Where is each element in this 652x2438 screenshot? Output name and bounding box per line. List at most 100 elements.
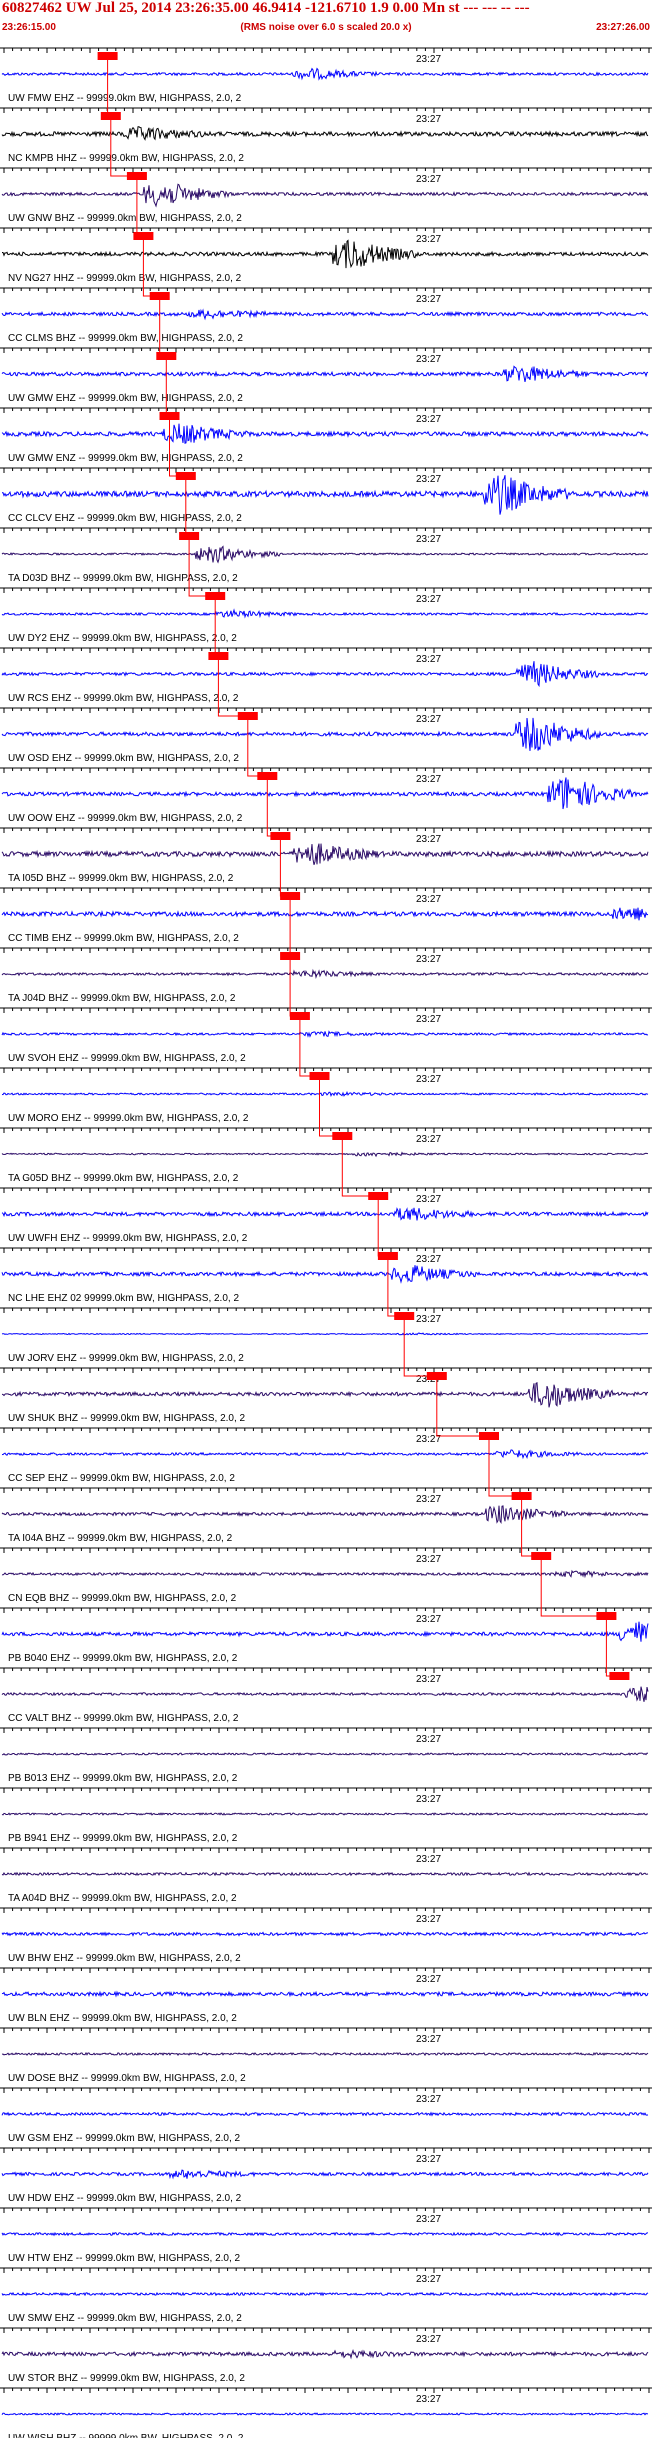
- waveform: [1, 1030, 649, 1038]
- trace-row: 23:27 UW GMW ENZ -- 99999.0km BW, HIGHPAS…: [0, 407, 652, 464]
- station-label: UW SVOH EHZ -- 99999.0km BW, HIGHPASS, 2…: [8, 1053, 246, 1064]
- waveform: [1, 67, 649, 81]
- time-mark-label: 23:27: [416, 1794, 441, 1805]
- waveform: [1, 183, 649, 208]
- waveform: [2, 239, 649, 269]
- time-mark-label: 23:27: [416, 894, 441, 905]
- station-label: UW OSD EHZ -- 99999.0km BW, HIGHPASS, 2.…: [8, 753, 239, 764]
- waveform: [1, 545, 649, 564]
- trace-row: 23:27 CC CLMS BHZ -- 99999.0km BW, HIGHPA…: [0, 287, 652, 344]
- trace-row: 23:27 UW UWFH EHZ -- 99999.0km BW, HIGHPA…: [0, 1187, 652, 1244]
- station-label: UW GSM EHZ -- 99999.0km BW, HIGHPASS, 2.…: [8, 2133, 241, 2144]
- time-mark-label: 23:27: [416, 54, 441, 65]
- seismogram-plot: 23:27 UW FMW EHZ -- 99999.0km BW, HIGHPAS…: [0, 47, 652, 2438]
- rms-scale-note: (RMS noise over 6.0 s scaled 20.0 x): [240, 22, 412, 33]
- time-mark-label: 23:27: [416, 114, 441, 125]
- trace-row: 23:27 CC VALT BHZ -- 99999.0km BW, HIGHPA…: [0, 1667, 652, 1724]
- waveform: [1, 1871, 649, 1877]
- waveform: [1, 1686, 649, 1702]
- trace-row: 23:27 UW MORO EHZ -- 99999.0km BW, HIGHPA…: [0, 1067, 652, 1124]
- time-mark-label: 23:27: [416, 1494, 441, 1505]
- waveform: [1, 907, 649, 921]
- time-mark-label: 23:27: [416, 1914, 441, 1925]
- time-mark-label: 23:27: [416, 2394, 441, 2405]
- time-mark-label: 23:27: [416, 2214, 441, 2225]
- waveform: [1, 1382, 649, 1408]
- trace-row: 23:27 UW HDW EHZ -- 99999.0km BW, HIGHPAS…: [0, 2147, 652, 2204]
- waveform: [1, 661, 649, 688]
- station-label: UW DY2 EHZ -- 99999.0km BW, HIGHPASS, 2.…: [8, 633, 237, 644]
- station-label: NC LHE EHZ 02 99999.0km BW, HIGHPASS, 2.…: [8, 1293, 239, 1304]
- trace-row: 23:27 UW HTW EHZ -- 99999.0km BW, HIGHPAS…: [0, 2207, 652, 2264]
- station-label: UW MORO EHZ -- 99999.0km BW, HIGHPASS, 2…: [8, 1113, 249, 1124]
- trace-row: 23:27 UW DOSE BHZ -- 99999.0km BW, HIGHPA…: [0, 2027, 652, 2084]
- waveform: [1, 2348, 649, 2360]
- waveform: [1, 2412, 649, 2416]
- station-label: UW OOW EHZ -- 99999.0km BW, HIGHPASS, 2.…: [8, 813, 243, 824]
- trace-row: 23:27 UW RCS EHZ -- 99999.0km BW, HIGHPAS…: [0, 647, 652, 704]
- trace-row: 23:27CC SEP EHZ -- 99999.0km BW, HIGHPAS…: [0, 1427, 652, 1484]
- station-label: CC VALT BHZ -- 99999.0km BW, HIGHPASS, 2…: [8, 1713, 239, 1724]
- trace-row: 23:27 PB B941 EHZ -- 99999.0km BW, HIGHPA…: [0, 1787, 652, 1844]
- trace-row: 23:27 UW OOW EHZ -- 99999.0km BW, HIGHPAS…: [0, 767, 652, 824]
- station-label: TA I04A BHZ -- 99999.0km BW, HIGHPASS, 2…: [8, 1533, 233, 1544]
- waveform: [1, 1090, 649, 1097]
- time-mark-label: 23:27: [416, 714, 441, 725]
- waveform: [1, 1505, 649, 1525]
- trace-row: 23:27 UW GSM EHZ -- 99999.0km BW, HIGHPAS…: [0, 2087, 652, 2144]
- station-label: UW UWFH EHZ -- 99999.0km BW, HIGHPASS, 2…: [8, 1233, 248, 1244]
- waveform: [1, 777, 649, 810]
- trace-row: 23:27 UW JORV EHZ -- 99999.0km BW, HIGHPA…: [0, 1307, 652, 1364]
- waveform: [1, 423, 649, 444]
- waveform: [1, 1207, 649, 1221]
- station-label: UW STOR BHZ -- 99999.0km BW, HIGHPASS, 2…: [8, 2373, 245, 2384]
- station-label: UW HDW EHZ -- 99999.0km BW, HIGHPASS, 2.…: [8, 2193, 242, 2204]
- time-mark-label: 23:27: [416, 1854, 441, 1865]
- time-mark-label: 23:27: [416, 1074, 441, 1085]
- time-mark-label: 23:27: [416, 1554, 441, 1565]
- station-label: UW JORV EHZ -- 99999.0km BW, HIGHPASS, 2…: [8, 1353, 244, 1364]
- trace-row: 23:27 UW SMW EHZ -- 99999.0km BW, HIGHPAS…: [0, 2267, 652, 2324]
- waveform: [1, 1265, 649, 1284]
- trace-row: 23:27 TA D03D BHZ -- 99999.0km BW, HIGHPA…: [0, 527, 652, 584]
- time-mark-label: 23:27: [416, 294, 441, 305]
- station-label: UW BLN EHZ -- 99999.0km BW, HIGHPASS, 2.…: [8, 2013, 237, 2024]
- station-label: CC CLCV EHZ -- 99999.0km BW, HIGHPASS, 2…: [8, 513, 242, 524]
- station-label: UW HTW EHZ -- 99999.0km BW, HIGHPASS, 2.…: [8, 2253, 241, 2264]
- waveform: [1, 475, 649, 515]
- time-mark-label: 23:27: [416, 774, 441, 785]
- waveform: [1, 1621, 649, 1642]
- time-mark-label: 23:27: [416, 474, 441, 485]
- station-label: CC TIMB EHZ -- 99999.0km BW, HIGHPASS, 2…: [8, 933, 239, 944]
- trace-row: 23:27 UW DY2 EHZ -- 99999.0km BW, HIGHPAS…: [0, 587, 652, 644]
- time-mark-label: 23:27: [416, 654, 441, 665]
- trace-row: 23:27 CN EQB BHZ -- 99999.0km BW, HIGHPAS…: [0, 1547, 652, 1604]
- time-mark-label: 23:27: [416, 1674, 441, 1685]
- waveform: [1, 717, 649, 751]
- station-label: PB B941 EHZ -- 99999.0km BW, HIGHPASS, 2…: [8, 1833, 238, 1844]
- time-mark-label: 23:27: [416, 2334, 441, 2345]
- trace-row: 23:27 UW GNW BHZ -- 99999.0km BW, HIGHPAS…: [0, 167, 652, 224]
- trace-row: 23:27 UW STOR BHZ -- 99999.0km BW, HIGHPA…: [0, 2327, 652, 2384]
- station-label: NC KMPB HHZ -- 99999.0km BW, HIGHPASS, 2…: [8, 153, 244, 164]
- time-mark-label: 23:27: [416, 414, 441, 425]
- trace-row: 23:27 CC CLCV EHZ -- 99999.0km BW, HIGHPA…: [0, 467, 652, 524]
- time-mark-label: 23:27: [416, 234, 441, 245]
- station-label: UW SMW EHZ -- 99999.0km BW, HIGHPASS, 2.…: [8, 2313, 242, 2324]
- waveform: [1, 1151, 649, 1158]
- station-label: NV NG27 HHZ -- 99999.0km BW, HIGHPASS, 2…: [8, 273, 242, 284]
- time-mark-label: 23:27: [416, 2094, 441, 2105]
- station-label: CC SEP EHZ -- 99999.0km BW, HIGHPASS, 2.…: [8, 1473, 235, 1484]
- station-label: CC CLMS BHZ -- 99999.0km BW, HIGHPASS, 2…: [8, 333, 243, 344]
- station-label: UW BHW EHZ -- 99999.0km BW, HIGHPASS, 2.…: [8, 1953, 241, 1964]
- station-label: PB B013 EHZ -- 99999.0km BW, HIGHPASS, 2…: [8, 1773, 238, 1784]
- time-mark-label: 23:27: [416, 954, 441, 965]
- station-label: UW WISH BHZ -- 99999.0km BW, HIGHPASS, 2…: [8, 2433, 244, 2438]
- waveform: [1, 1990, 649, 1998]
- trace-row: 23:27 UW WISH BHZ -- 99999.0km BW, HIGHPA…: [0, 2387, 652, 2438]
- trace-row: 23:27 UW SVOH EHZ -- 99999.0km BW, HIGHPA…: [0, 1007, 652, 1064]
- waveform: [1, 1332, 649, 1336]
- time-mark-label: 23:27: [416, 2154, 441, 2165]
- waveform: [1, 968, 649, 980]
- time-mark-label: 23:27: [416, 2274, 441, 2285]
